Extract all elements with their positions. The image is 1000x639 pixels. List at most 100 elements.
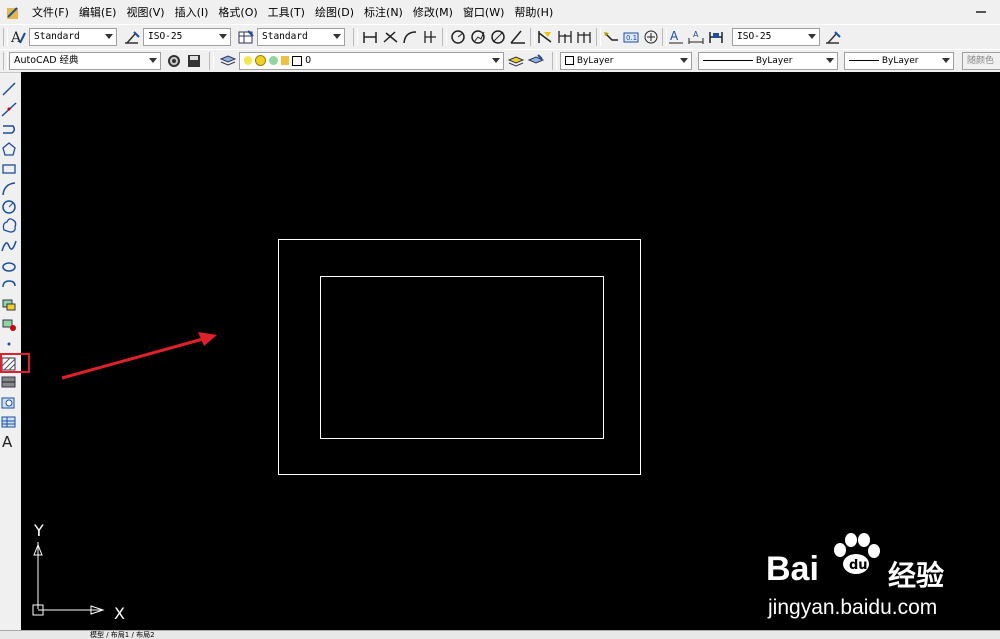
menu-window[interactable]: 窗口(W) [458, 0, 509, 26]
linear-dimension-icon[interactable] [361, 28, 379, 46]
revision-cloud-tool-icon[interactable] [2, 218, 17, 233]
plot-style-value: 随颜色 [967, 56, 995, 66]
autocad-app-icon[interactable] [5, 5, 21, 21]
menu-modify[interactable]: 修改(M) [408, 0, 458, 26]
dim-style-value: ISO-25 [148, 31, 183, 42]
styles-toolbar: A Standard ISO-25 Standard 0.1 A A ISO-2… [0, 24, 1000, 50]
workspace-settings-icon[interactable] [165, 52, 183, 70]
make-object-layer-current-icon[interactable] [507, 52, 525, 70]
ellipse-tool-icon[interactable] [2, 262, 16, 272]
ellipse-arc-tool-icon[interactable] [2, 280, 16, 288]
jogged-dimension-icon[interactable] [469, 28, 487, 46]
layer-properties-icon[interactable] [219, 52, 237, 70]
lightbulb-on-icon [244, 56, 252, 65]
toolbar-grip[interactable] [209, 52, 214, 70]
toolbar-grip[interactable] [530, 28, 535, 46]
minimize-button[interactable] [976, 11, 986, 13]
tolerance-icon[interactable]: 0.1 [622, 28, 640, 46]
diameter-dimension-icon[interactable] [489, 28, 507, 46]
text-style-icon[interactable]: A [9, 28, 27, 46]
dim-style-select[interactable]: ISO-25 [143, 28, 231, 46]
baseline-dimension-icon[interactable] [556, 28, 574, 46]
save-workspace-icon[interactable] [185, 52, 203, 70]
svg-text:A: A [10, 30, 22, 46]
dimension-text-edit-icon[interactable]: A [687, 28, 705, 46]
text-style-value: Standard [34, 31, 80, 42]
text-style-select[interactable]: Standard [29, 28, 117, 46]
lineweight-preview [849, 60, 879, 61]
toolbar-grip[interactable] [442, 28, 447, 46]
layer-previous-icon[interactable] [527, 52, 545, 70]
table-tool-icon[interactable] [1, 416, 16, 428]
watermark-brand-suffix: 经验 [888, 559, 945, 592]
layer-name: 0 [305, 55, 312, 66]
arc-tool-icon[interactable] [2, 182, 16, 196]
dimension-style-icon[interactable] [123, 28, 141, 46]
lineweight-control-select[interactable]: ByLayer [844, 52, 954, 70]
ordinate-dimension-icon[interactable] [421, 28, 439, 46]
line-tool-icon[interactable] [2, 82, 16, 96]
dimension-update-icon[interactable] [707, 28, 725, 46]
polygon-tool-icon[interactable] [2, 142, 16, 156]
toolbar-grip[interactable] [3, 28, 8, 46]
toolbar-grip[interactable] [596, 28, 601, 46]
watermark-brand: Bai [766, 550, 819, 588]
make-block-tool-icon[interactable] [2, 319, 16, 331]
color-control-select[interactable]: ByLayer [560, 52, 692, 70]
spline-tool-icon[interactable] [1, 240, 17, 252]
plot-style-control-select[interactable]: 随颜色 [962, 52, 1000, 70]
menu-view[interactable]: 视图(V) [121, 0, 169, 26]
table-style-icon[interactable] [237, 28, 255, 46]
region-tool-icon[interactable] [1, 397, 15, 409]
menu-format[interactable]: 格式(O) [213, 0, 262, 26]
menu-draw[interactable]: 绘图(D) [310, 0, 359, 26]
continue-dimension-icon[interactable] [576, 28, 594, 46]
polyline-tool-icon[interactable] [3, 125, 16, 134]
svg-text:A: A [2, 433, 13, 450]
menu-dimension[interactable]: 标注(N) [359, 0, 408, 26]
layer-color-swatch [292, 55, 303, 66]
linetype-control-select[interactable]: ByLayer [698, 52, 838, 70]
menu-help[interactable]: 帮助(H) [509, 0, 558, 26]
outer-rectangle[interactable] [278, 239, 641, 475]
menu-tools[interactable]: 工具(T) [263, 0, 310, 26]
dim-style-control-select[interactable]: ISO-25 [732, 28, 820, 46]
multiline-text-tool-icon[interactable]: A [2, 433, 13, 451]
drawing-canvas[interactable]: Y X du Bai 经验 jingyan.baidu.com [21, 72, 1000, 634]
workspace-select[interactable]: AutoCAD 经典 [9, 52, 161, 70]
point-tool-icon[interactable] [7, 342, 11, 346]
toolbar-grip[interactable] [353, 28, 358, 46]
draw-toolbar: A [0, 80, 18, 451]
dimension-style-manager-icon[interactable] [824, 28, 842, 46]
circle-tool-icon[interactable] [2, 200, 16, 214]
table-style-value: Standard [262, 31, 308, 42]
watermark-url: jingyan.baidu.com [768, 596, 938, 619]
dimension-edit-icon[interactable]: A [667, 28, 685, 46]
svg-text:0.1: 0.1 [626, 34, 637, 42]
construction-line-tool-icon[interactable] [1, 102, 17, 117]
svg-text:A: A [693, 30, 699, 39]
angular-dimension-icon[interactable] [509, 28, 527, 46]
arc-length-icon[interactable] [401, 28, 419, 46]
menu-edit[interactable]: 编辑(E) [74, 0, 122, 26]
lock-open-icon [281, 56, 290, 65]
viewport-freeze-icon [269, 56, 279, 65]
ucs-x-label: X [114, 604, 125, 623]
gradient-tool-icon[interactable] [1, 376, 16, 388]
svg-text:du: du [849, 558, 868, 573]
radius-dimension-icon[interactable] [449, 28, 467, 46]
inner-rectangle[interactable] [320, 276, 604, 439]
menu-insert[interactable]: 插入(I) [170, 0, 214, 26]
rectangle-tool-icon[interactable] [2, 164, 16, 174]
center-mark-icon[interactable] [642, 28, 660, 46]
toolbar-grip[interactable] [552, 52, 557, 70]
layer-select[interactable]: 0 [239, 52, 504, 70]
menu-file[interactable]: 文件(F) [27, 0, 74, 26]
quick-dimension-icon[interactable] [536, 28, 554, 46]
baidu-jingyan-watermark: du Bai 经验 jingyan.baidu.com [766, 532, 996, 622]
table-style-select[interactable]: Standard [257, 28, 345, 46]
leader-icon[interactable] [602, 28, 620, 46]
aligned-dimension-icon[interactable] [381, 28, 399, 46]
toolbar-grip[interactable] [3, 52, 8, 70]
insert-block-tool-icon[interactable] [2, 299, 16, 311]
